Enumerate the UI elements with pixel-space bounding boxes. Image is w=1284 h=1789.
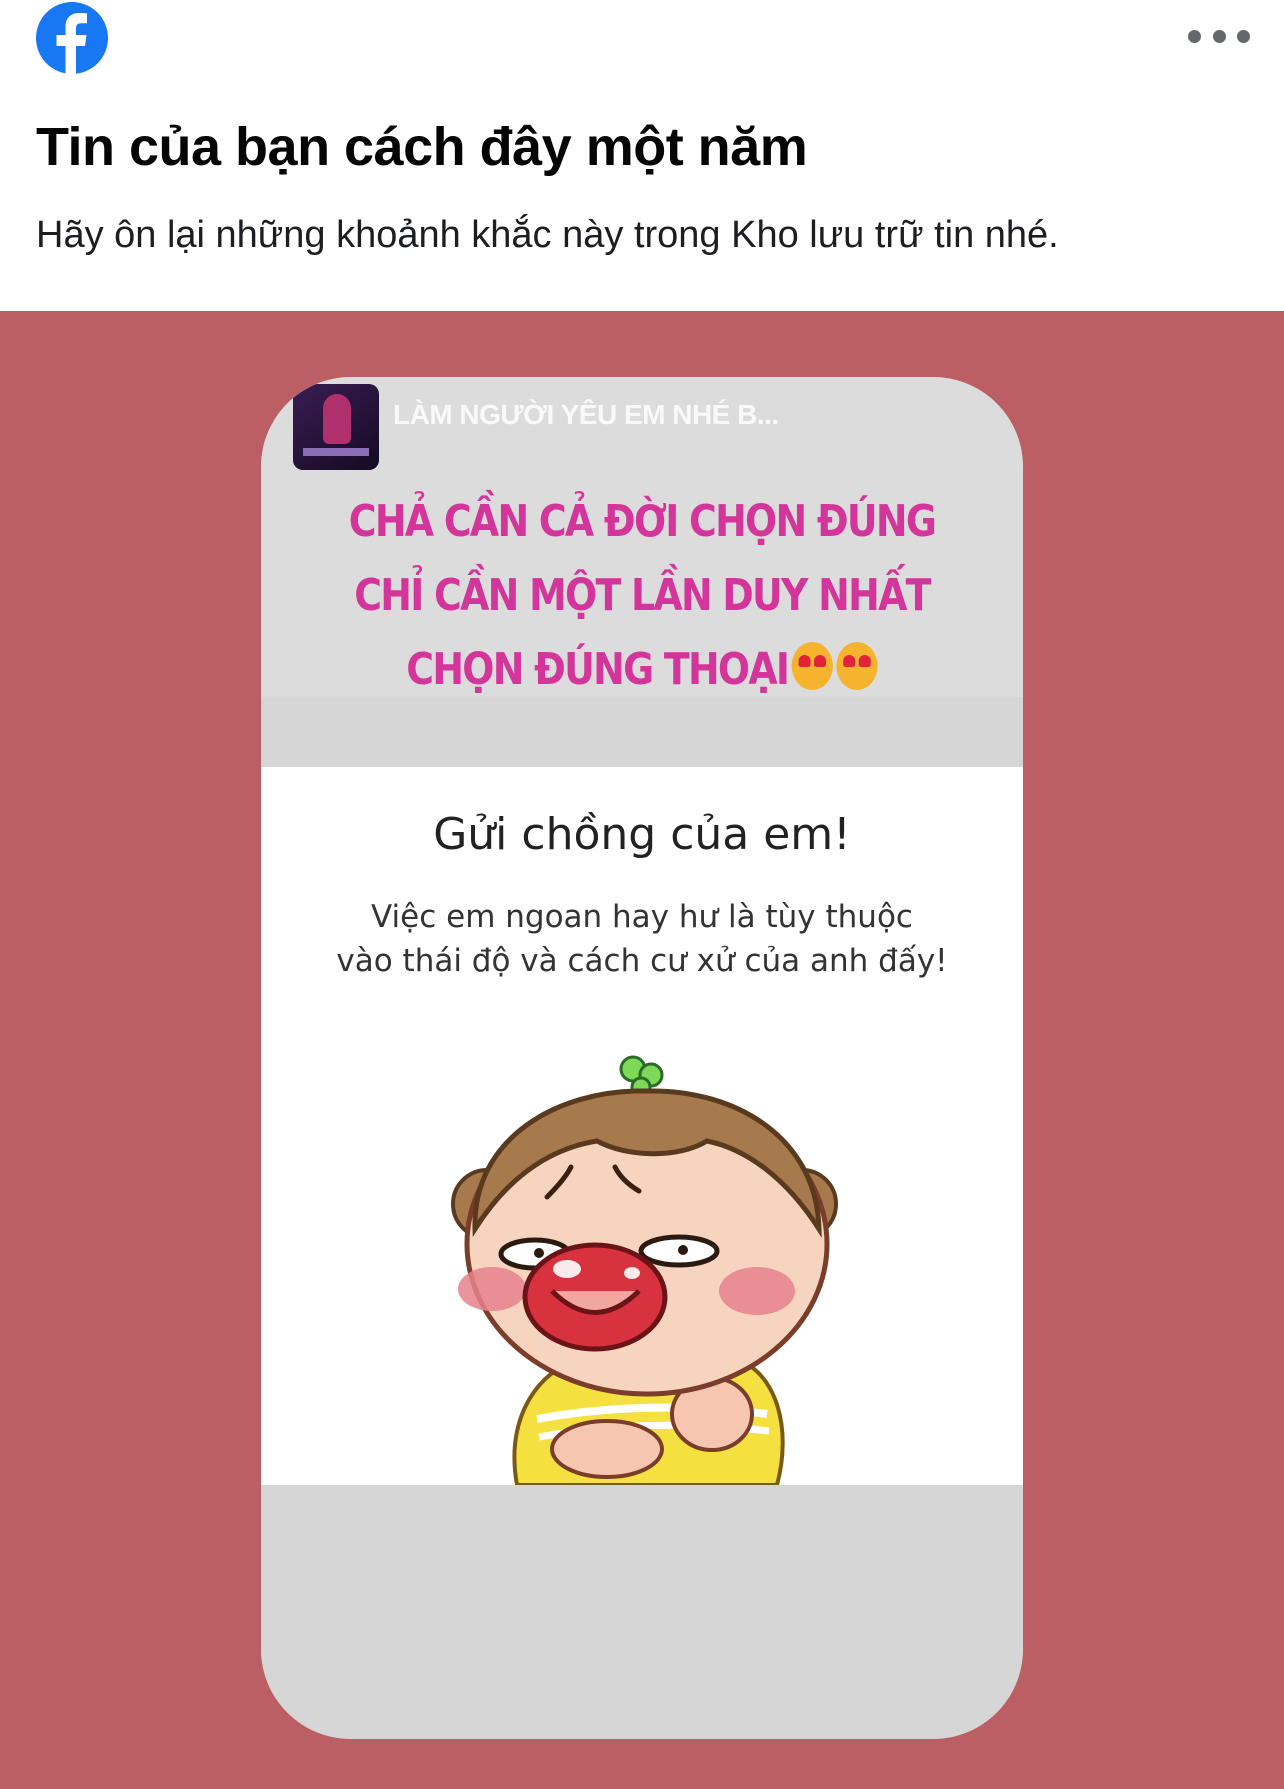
more-dot [1212, 29, 1226, 43]
caption-line: CHẢ CẦN CẢ ĐỜI CHỌN ĐÚNG [348, 496, 937, 547]
memory-subtitle: Hãy ôn lại những khoảnh khắc này trong K… [36, 214, 1059, 256]
card-title: Gửi chồng của em! [433, 809, 851, 860]
story-caption: CHẢ CẦN CẢ ĐỜI CHỌN ĐÚNG CHỈ CẦN MỘT LẦN… [314, 485, 969, 707]
memory-title: Tin của bạn cách đây một năm [36, 117, 808, 177]
card-body: Việc em ngoan hay hư là tùy thuộc vào th… [261, 895, 1023, 983]
more-dot [1188, 29, 1201, 43]
cover-band [303, 448, 369, 456]
music-cover-thumbnail [293, 384, 379, 470]
top-bar [0, 0, 1284, 80]
card-body-line: vào thái độ và cách cư xử của anh đấy! [336, 943, 948, 979]
caption-line: CHỈ CẦN MỘT LẦN DUY NHẤT [354, 570, 931, 621]
story-blank-section [261, 1485, 1023, 1739]
card-body-line: Việc em ngoan hay hư là tùy thuộc [371, 899, 913, 935]
cover-figure [323, 394, 351, 444]
shared-image-card: Gửi chồng của em! Việc em ngoan hay hư l… [261, 767, 1023, 1485]
story-preview-area: LÀM NGƯỜI YÊU EM NHÉ B... CHẢ CẦN CẢ ĐỜI… [0, 311, 1284, 1789]
music-sticker-title: LÀM NGƯỜI YÊU EM NHÉ B... [393, 399, 779, 430]
heart-eyes-emoji-icon [836, 642, 878, 690]
facebook-logo-icon[interactable] [36, 2, 108, 74]
caption-line: CHỌN ĐÚNG THOẠI [406, 644, 790, 695]
archived-story-card[interactable]: LÀM NGƯỜI YÊU EM NHÉ B... CHẢ CẦN CẢ ĐỜI… [261, 377, 1023, 1739]
more-dot [1237, 29, 1250, 43]
story-text-section: LÀM NGƯỜI YÊU EM NHÉ B... CHẢ CẦN CẢ ĐỜI… [261, 377, 1023, 697]
cartoon-girl-illustration [451, 1055, 838, 1485]
heart-eyes-emoji-icon [791, 642, 834, 690]
more-options-icon[interactable] [1188, 22, 1250, 50]
